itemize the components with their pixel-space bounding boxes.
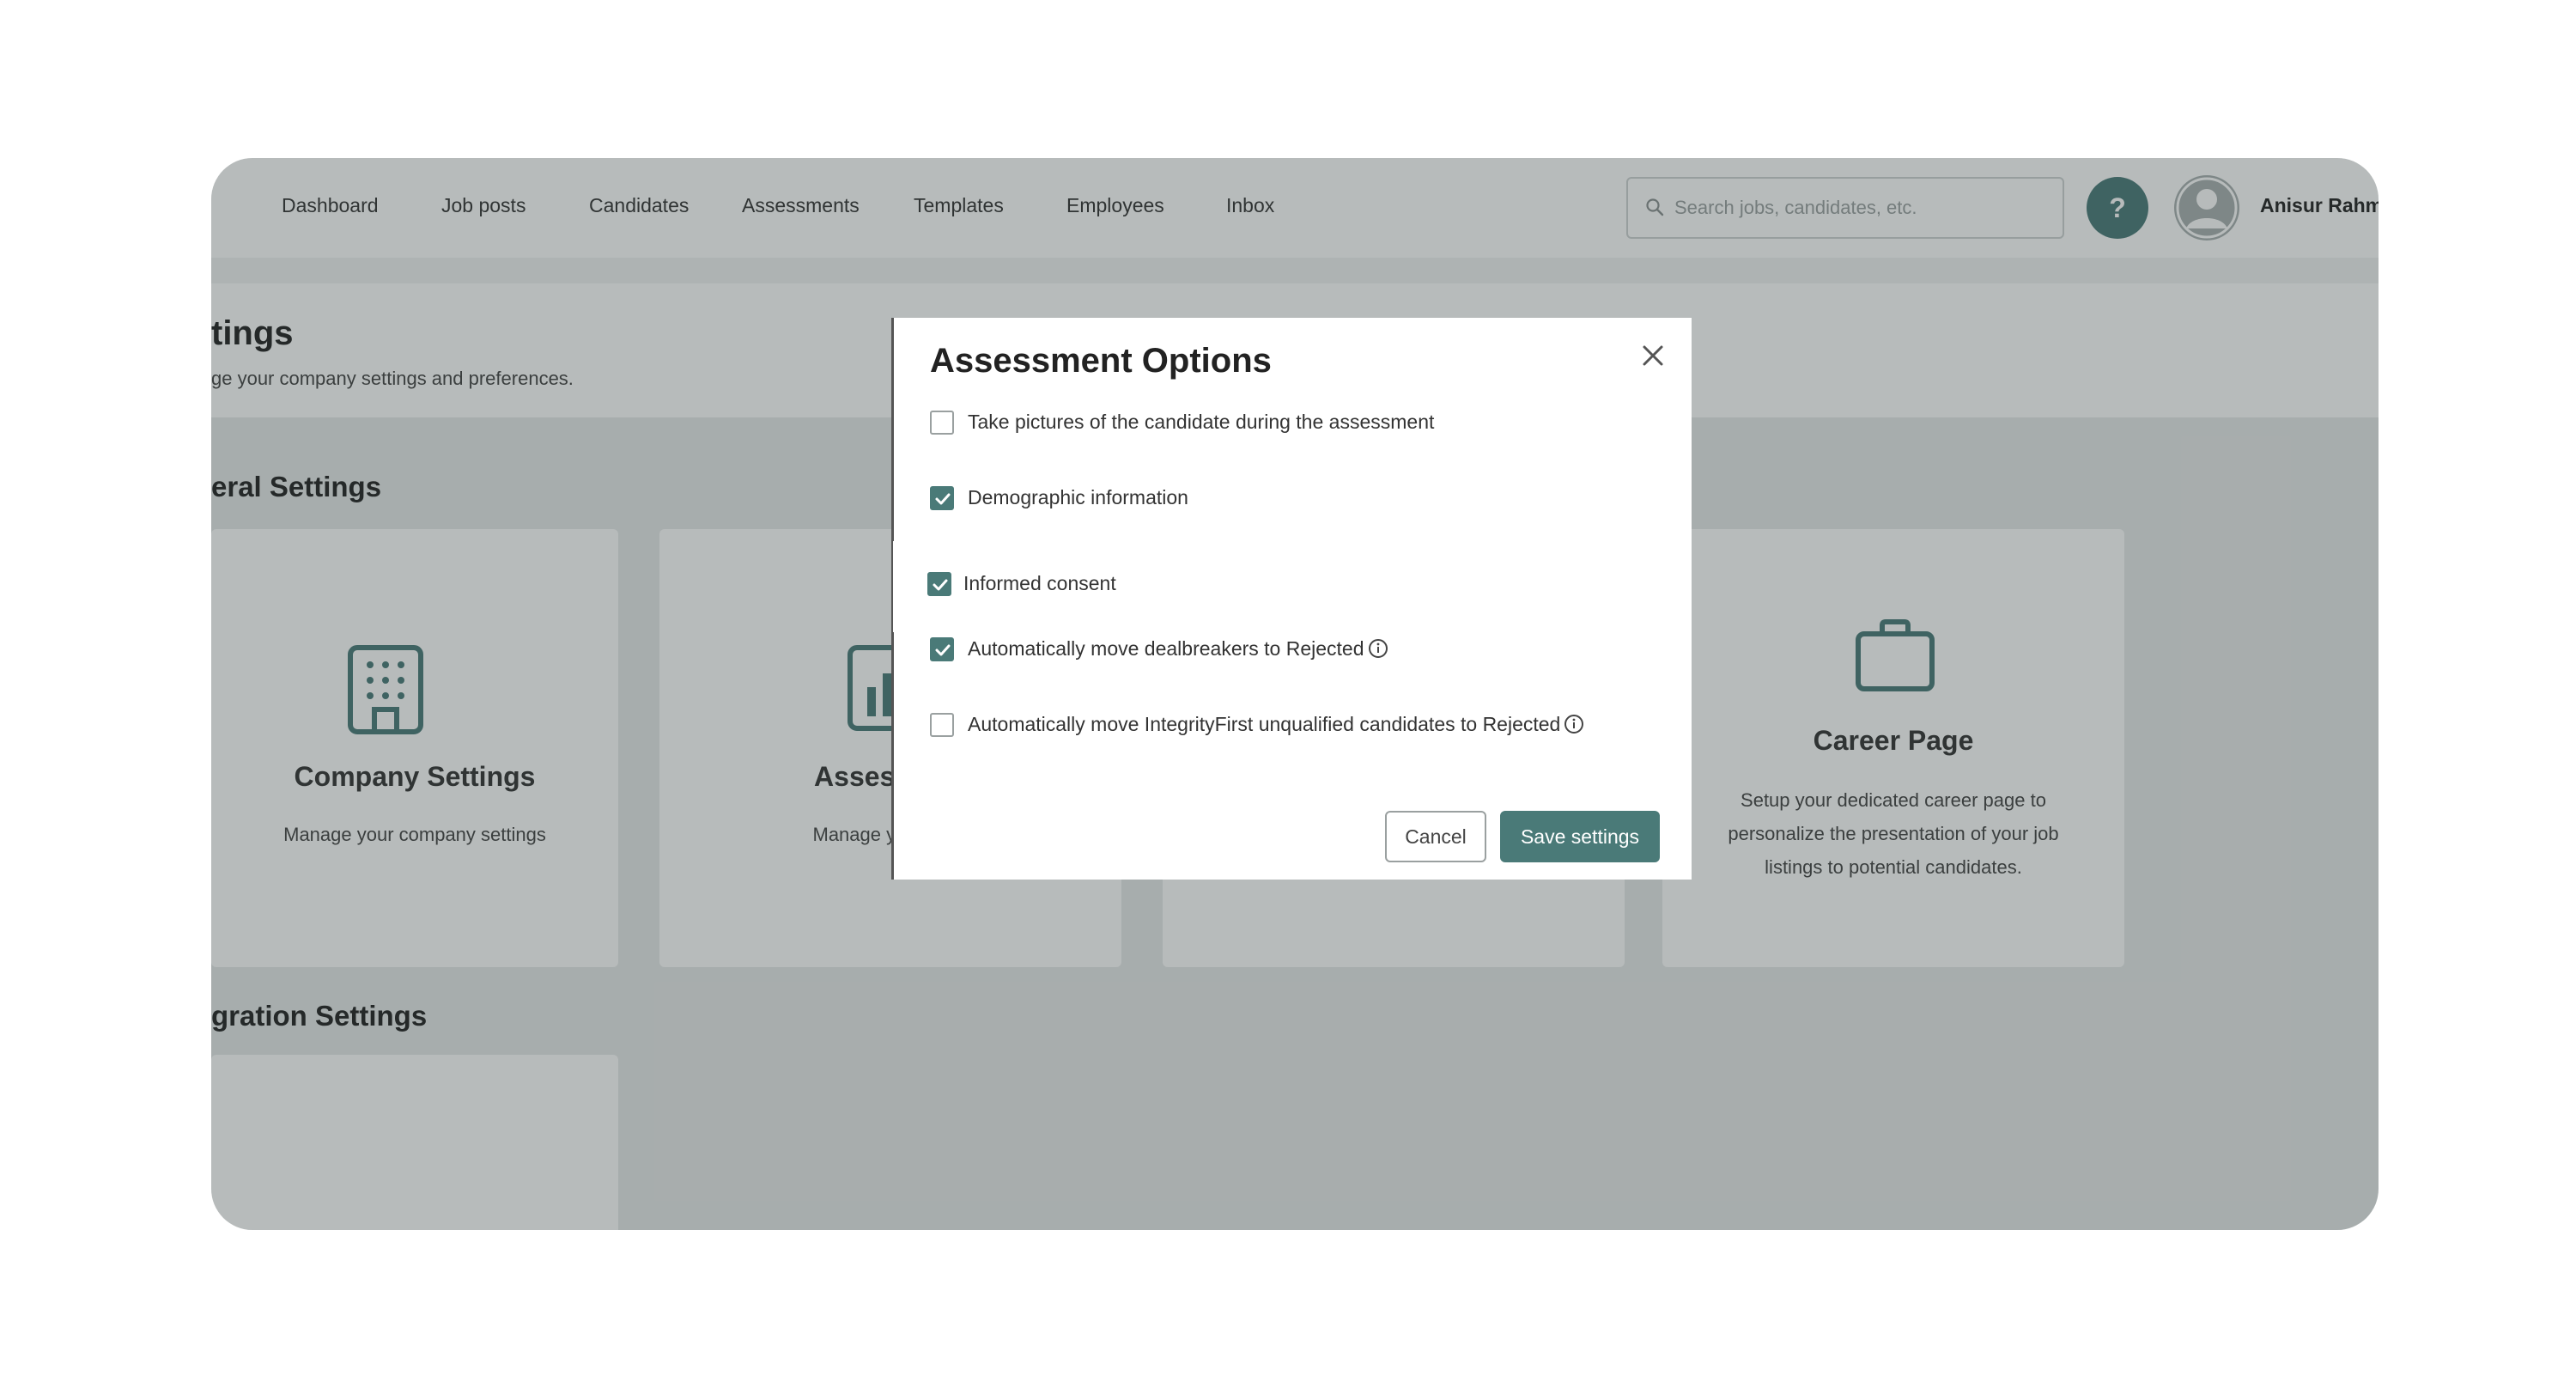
checkmark-icon	[935, 644, 951, 656]
option-label-wrap: Automatically move IntegrityFirst unqual…	[968, 713, 1584, 736]
checkbox[interactable]	[930, 713, 954, 737]
option-label: Take pictures of the candidate during th…	[968, 411, 1435, 433]
option-label: Informed consent	[963, 572, 1116, 594]
checkbox-checked[interactable]	[927, 572, 951, 596]
option-integrityfirst[interactable]: Automatically move IntegrityFirst unqual…	[894, 692, 1692, 758]
option-demographic-information[interactable]: Demographic information	[894, 466, 1692, 531]
modal-title: Assessment Options	[930, 342, 1272, 380]
option-label-wrap: Automatically move dealbreakers to Rejec…	[968, 637, 1388, 661]
option-label: Automatically move IntegrityFirst unqual…	[968, 713, 1561, 735]
checkbox[interactable]	[930, 411, 954, 435]
option-informed-consent[interactable]: Informed consent	[893, 541, 1692, 632]
checkmark-icon	[935, 493, 951, 505]
save-settings-button[interactable]: Save settings	[1500, 811, 1660, 862]
cancel-button[interactable]: Cancel	[1385, 811, 1486, 862]
option-take-pictures[interactable]: Take pictures of the candidate during th…	[894, 390, 1692, 455]
option-label: Automatically move dealbreakers to Rejec…	[968, 637, 1364, 660]
checkmark-icon	[933, 579, 948, 591]
info-icon[interactable]	[1368, 638, 1388, 659]
checkbox-checked[interactable]	[930, 637, 954, 661]
close-icon[interactable]	[1634, 337, 1672, 374]
option-label: Demographic information	[968, 486, 1188, 508]
info-icon[interactable]	[1564, 714, 1584, 734]
app-window: Dashboard Job posts Candidates Assessmen…	[211, 158, 2379, 1230]
checkbox-checked[interactable]	[930, 486, 954, 510]
